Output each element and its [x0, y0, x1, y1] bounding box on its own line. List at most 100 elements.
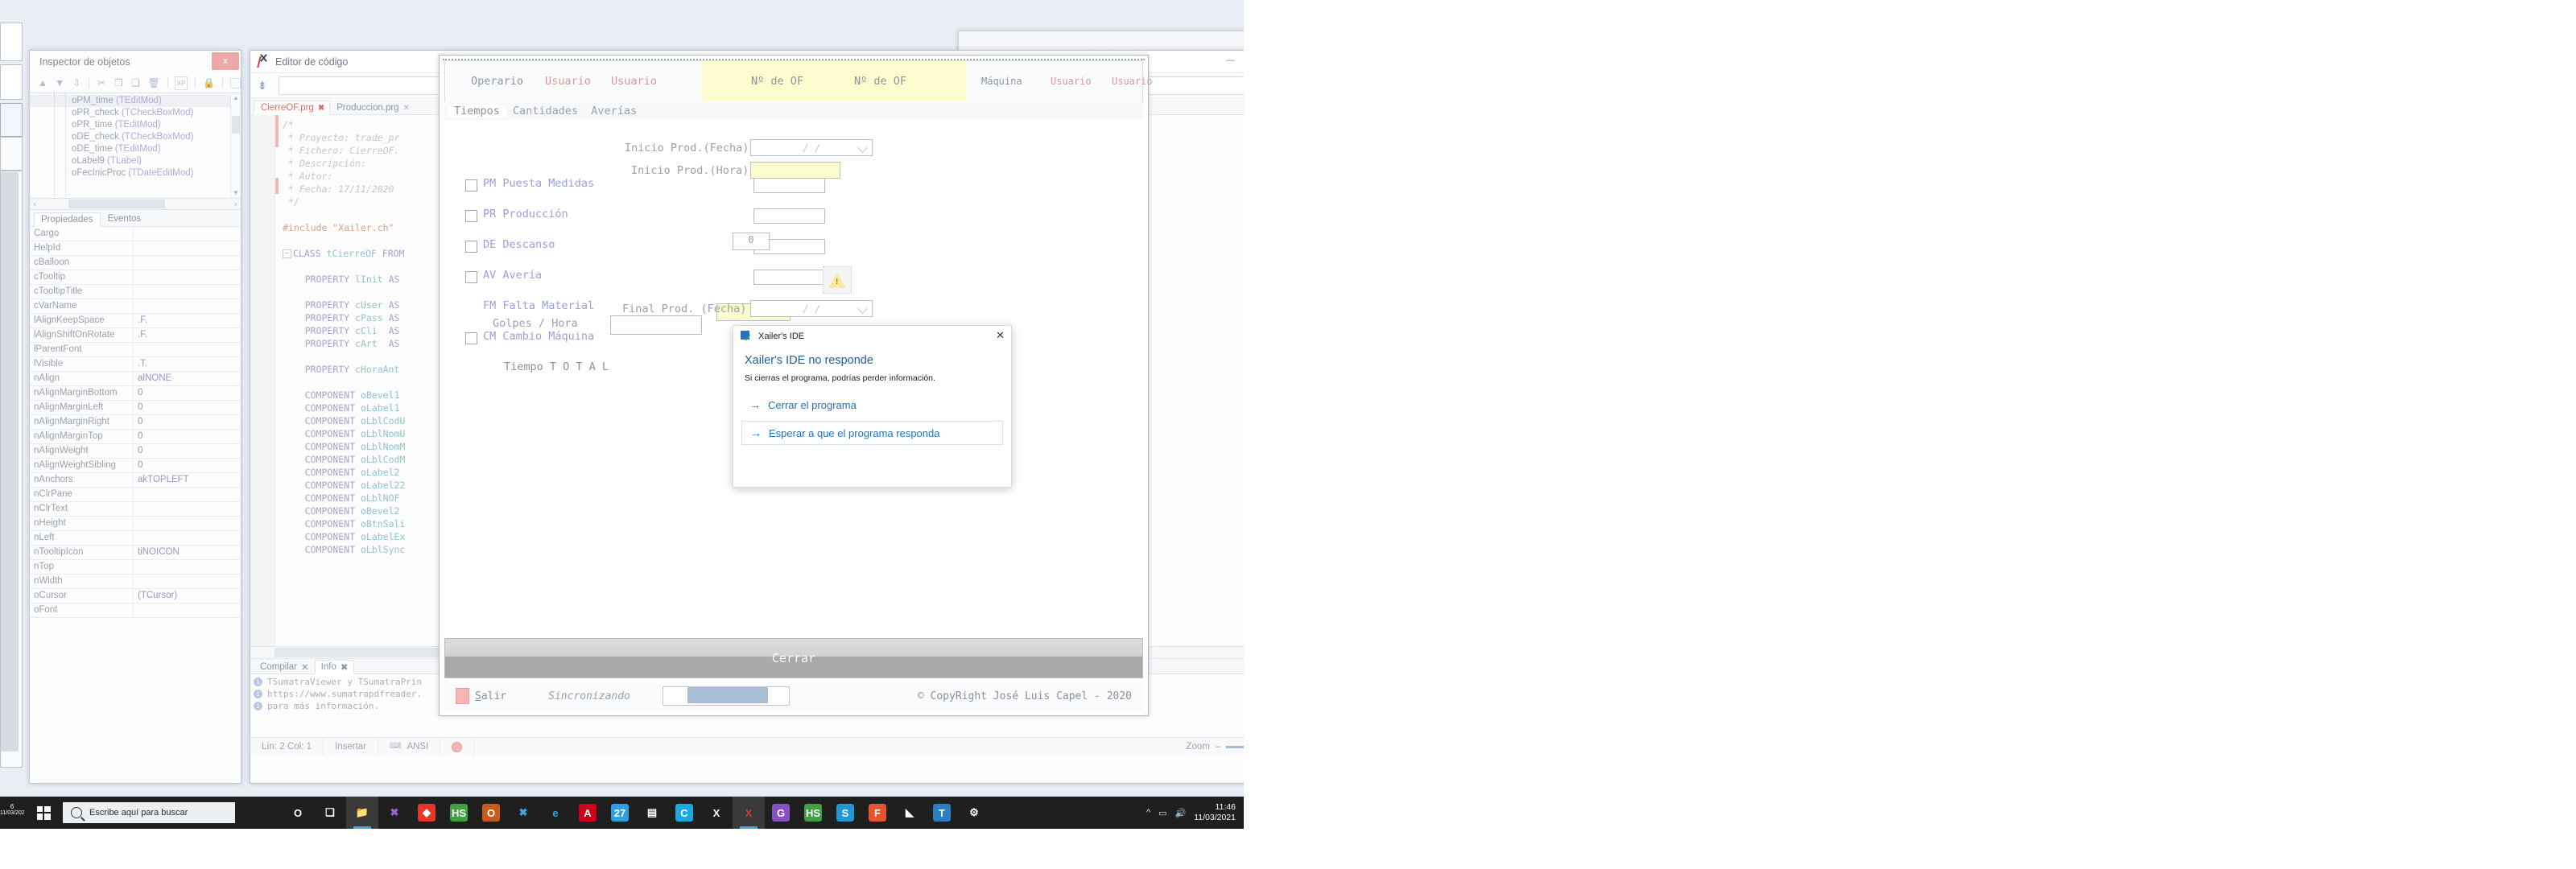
zoom-slider[interactable]	[1226, 745, 1244, 748]
vs-code-icon[interactable]: ✖	[507, 797, 539, 829]
close-icon[interactable]: ✖	[341, 661, 349, 673]
system-tray[interactable]: ^ ▭ 🔊 11:46 11/03/2021	[1146, 797, 1244, 829]
input-counter[interactable]: 0	[733, 233, 770, 250]
object-inspector-toolbar[interactable]: ▲ ▼ ⇩ ✂ ❐ ❏ 🗑 XP 🔒	[30, 73, 242, 93]
github-icon[interactable]: G	[765, 797, 797, 829]
property-row[interactable]: cVarName	[30, 299, 241, 314]
close-icon[interactable]: ✕	[403, 104, 410, 113]
cerrar-button[interactable]: Cerrar	[444, 638, 1143, 678]
xp-icon[interactable]: XP	[175, 76, 188, 90]
arrow-up-icon[interactable]: ▲	[38, 77, 47, 89]
property-value[interactable]: 0	[134, 444, 241, 458]
status-encoding[interactable]: ⌨ ANSI	[378, 738, 441, 756]
checkbox-av[interactable]	[465, 271, 477, 283]
checkbox-pm[interactable]	[465, 179, 477, 192]
property-row[interactable]: lAlignKeepSpace .F.	[30, 314, 241, 328]
property-value[interactable]	[134, 560, 241, 574]
form-tab-averias[interactable]: Averías	[584, 105, 643, 117]
property-row[interactable]: nClrPane	[30, 488, 241, 502]
salir-button[interactable]: Salir	[456, 688, 506, 704]
property-value[interactable]: 0	[134, 386, 241, 400]
scroll-down-icon[interactable]: ▼	[231, 188, 241, 198]
property-value[interactable]: .F.	[134, 328, 241, 342]
property-row[interactable]: nTooltipIcon tiNOICON	[30, 546, 241, 560]
windows-start-icon[interactable]	[24, 797, 63, 829]
xailer-icon[interactable]: X	[733, 797, 765, 829]
property-value[interactable]: alNONE	[134, 372, 241, 385]
tree-node-opr-check[interactable]: oPR_check (TCheckBoxMod)	[30, 107, 241, 119]
taskbar-clock[interactable]: 11:46 11/03/2021	[1194, 802, 1236, 823]
property-row[interactable]: oCursor (TCursor)	[30, 589, 241, 603]
skype-icon[interactable]: S	[829, 797, 861, 829]
minimize-button[interactable]: —	[1212, 51, 1244, 71]
file-explorer-icon[interactable]: 📁	[346, 797, 378, 829]
acrobat-icon[interactable]: A	[572, 797, 604, 829]
property-row[interactable]: nAlignMarginLeft 0	[30, 401, 241, 415]
tree-node-olabel9[interactable]: oLabel9 (TLabel)	[30, 155, 241, 167]
dialog-close-button[interactable]: ✕	[996, 330, 1005, 340]
property-value[interactable]	[134, 227, 241, 241]
checkbox-de[interactable]	[465, 241, 477, 253]
property-row[interactable]: cTooltip	[30, 270, 241, 285]
network-icon[interactable]: ▭	[1158, 808, 1166, 818]
arrow-down-icon[interactable]: ▼	[55, 77, 64, 89]
property-value[interactable]	[134, 575, 241, 588]
input-golpes-hora[interactable]	[610, 315, 702, 335]
status-record-indicator[interactable]	[440, 738, 475, 756]
property-row[interactable]: oFont	[30, 603, 241, 618]
property-row[interactable]: nAlign alNONE	[30, 372, 241, 386]
document-icon[interactable]: ▤	[636, 797, 668, 829]
input-pr-time[interactable]	[753, 208, 825, 224]
output-tab-info[interactable]: Info ✖	[314, 660, 355, 674]
file-tab-produccion[interactable]: Produccion.prg ✕	[330, 101, 415, 114]
property-row[interactable]: lParentFont	[30, 343, 241, 357]
zoom-out-button[interactable]: –	[1216, 742, 1220, 752]
property-row[interactable]: lAlignShiftOnRotate .F.	[30, 328, 241, 343]
object-tree[interactable]: oPM_time (TEditMod) oPR_check (TCheckBox…	[30, 93, 241, 199]
input-av-time[interactable]	[753, 270, 825, 285]
dialog-option-wait[interactable]: → Esperar a que el programa responda	[741, 421, 1003, 445]
property-row[interactable]: lVisible .T.	[30, 357, 241, 372]
property-row[interactable]: nAlignMarginTop 0	[30, 430, 241, 444]
tree-node-opr-time[interactable]: oPR_time (TEditMod)	[30, 119, 241, 131]
cortana-icon[interactable]: O	[282, 797, 314, 829]
lock-icon[interactable]: 🔒	[203, 77, 215, 89]
property-value[interactable]: tiNOICON	[134, 546, 241, 559]
input-inicio-hora[interactable]	[750, 162, 840, 179]
tab-propiedades[interactable]: Propiedades	[34, 212, 101, 227]
property-value[interactable]: (TCursor)	[134, 589, 241, 603]
form-tab-tiempos[interactable]: Tiempos	[448, 105, 506, 117]
object-inspector-window[interactable]: Inspector de objetos x ▲ ▼ ⇩ ✂ ❐ ❏ 🗑 XP …	[29, 50, 242, 784]
scroll-up-icon[interactable]: ▲	[231, 93, 241, 103]
property-row[interactable]: nAlignMarginRight 0	[30, 415, 241, 430]
taskbar[interactable]: Escribe aquí para buscar O ❏ 📁 ✖ ◆ HS O ✖ e A 27 ▤ C…	[24, 797, 1244, 829]
tab-eventos[interactable]: Eventos	[101, 212, 149, 226]
not-responding-dialog[interactable]: ✓ Xailer's IDE ✕ Xailer's IDE no respond…	[733, 325, 1012, 488]
zoom-control[interactable]: Zoom – +	[1186, 742, 1244, 752]
property-row[interactable]: Cargo	[30, 227, 241, 241]
input-final-fecha[interactable]: / /	[750, 300, 873, 317]
window-controls[interactable]: — ▫ ✕	[1212, 51, 1244, 71]
thunderbird-icon[interactable]: T	[926, 797, 958, 829]
property-value[interactable]	[134, 502, 241, 516]
hscrollbar-thumb[interactable]	[68, 200, 165, 208]
scroll-right-icon[interactable]: ›	[230, 199, 241, 209]
property-row[interactable]: nHeight	[30, 517, 241, 531]
outlook-icon[interactable]: O	[475, 797, 507, 829]
fold-icon[interactable]: −	[283, 249, 291, 258]
inkscape-icon[interactable]: ◣	[894, 797, 926, 829]
fox-icon[interactable]: F	[861, 797, 894, 829]
sort-icon[interactable]: ⇩	[72, 77, 81, 89]
edge-icon[interactable]: e	[539, 797, 572, 829]
property-value[interactable]	[134, 488, 241, 501]
tree-node-ode-check[interactable]: oDE_check (TCheckBoxMod)	[30, 131, 241, 143]
sort-down-icon[interactable]: ⇟	[258, 79, 272, 93]
visual-studio-icon[interactable]: ✖	[378, 797, 411, 829]
property-row[interactable]: nLeft	[30, 531, 241, 546]
output-tab-compilar[interactable]: Compilar ✕	[254, 661, 315, 673]
cleaner-icon[interactable]: C	[668, 797, 700, 829]
property-row[interactable]: nClrText	[30, 502, 241, 517]
property-value[interactable]: .T.	[134, 357, 241, 371]
close-icon[interactable]: ✕	[301, 661, 309, 673]
checkbox-cm[interactable]	[465, 332, 477, 344]
